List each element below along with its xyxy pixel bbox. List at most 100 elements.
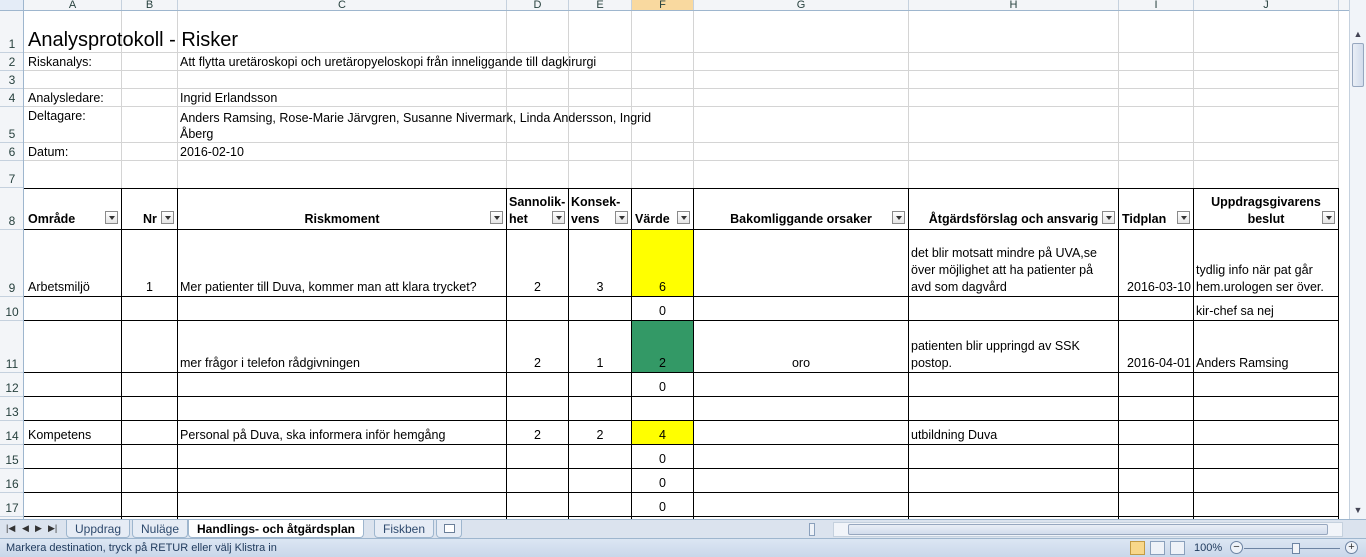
page-layout-view-icon[interactable] xyxy=(1150,541,1165,555)
r14-konsekvens[interactable]: 2 xyxy=(569,427,631,444)
filter-dropdown-icon[interactable] xyxy=(1102,211,1115,224)
row-header[interactable]: 1 xyxy=(0,11,23,53)
r9-konsekvens[interactable]: 3 xyxy=(569,279,631,296)
row-header[interactable]: 3 xyxy=(0,71,23,89)
row-header[interactable]: 6 xyxy=(0,143,23,161)
insert-sheet-icon[interactable] xyxy=(436,520,462,538)
r9-beslut-line1[interactable]: tydlig info när pat går xyxy=(1196,262,1313,279)
column-header-d[interactable]: D xyxy=(507,0,569,10)
header-varde[interactable]: Värde xyxy=(635,211,670,228)
zoom-level[interactable]: 100% xyxy=(1194,542,1222,554)
row-header[interactable]: 8 xyxy=(0,188,23,230)
header-beslut-line2[interactable]: beslut xyxy=(1194,211,1338,228)
r17-varde[interactable]: 0 xyxy=(632,499,693,516)
r15-varde[interactable]: 0 xyxy=(632,451,693,468)
r10-varde[interactable]: 0 xyxy=(632,303,693,320)
row-header[interactable]: 17 xyxy=(0,493,23,517)
sheet-tab-uppdrag[interactable]: Uppdrag xyxy=(66,520,131,538)
row-header[interactable]: 5 xyxy=(0,107,23,143)
r9-beslut-line2[interactable]: hem.urologen ser över. xyxy=(1196,279,1324,296)
r16-varde[interactable]: 0 xyxy=(632,475,693,492)
riskanalys-label[interactable]: Riskanalys: xyxy=(28,54,92,71)
filter-dropdown-icon[interactable] xyxy=(677,211,690,224)
r14-riskmoment[interactable]: Personal på Duva, ska informera inför he… xyxy=(180,427,445,444)
filter-dropdown-icon[interactable] xyxy=(161,211,174,224)
r9-atgard-line2[interactable]: över möjlighet att ha patienter på xyxy=(911,262,1093,279)
column-header-e[interactable]: E xyxy=(569,0,632,10)
r9-omrade[interactable]: Arbetsmiljö xyxy=(28,279,90,296)
r14-sannolikhet[interactable]: 2 xyxy=(507,427,568,444)
analysledare-label[interactable]: Analysledare: xyxy=(28,90,104,107)
next-sheet-icon[interactable]: ▶ xyxy=(35,523,42,534)
zoom-slider-knob[interactable] xyxy=(1292,543,1300,554)
sheet-tab-fiskben[interactable]: Fiskben xyxy=(374,520,435,538)
row-header[interactable]: 9 xyxy=(0,230,23,297)
row-header[interactable]: 11 xyxy=(0,321,23,373)
deltagare-value-line2[interactable]: Åberg xyxy=(180,126,213,143)
row-header[interactable]: 15 xyxy=(0,445,23,469)
r11-varde[interactable]: 2 xyxy=(632,355,693,372)
header-tidplan[interactable]: Tidplan xyxy=(1122,211,1166,228)
row-header[interactable]: 14 xyxy=(0,421,23,445)
filter-dropdown-icon[interactable] xyxy=(1322,211,1335,224)
vertical-scroll-thumb[interactable] xyxy=(1352,43,1364,87)
r11-riskmoment[interactable]: mer frågor i telefon rådgivningen xyxy=(180,355,360,372)
r11-atgard-line2[interactable]: postop. xyxy=(911,355,952,372)
filter-dropdown-icon[interactable] xyxy=(1177,211,1190,224)
header-beslut-line1[interactable]: Uppdragsgivarens xyxy=(1194,194,1338,211)
header-riskmoment[interactable]: Riskmoment xyxy=(178,211,506,228)
header-sannolikhet-line1[interactable]: Sannolik- xyxy=(509,194,565,211)
row-header[interactable]: 2 xyxy=(0,53,23,71)
normal-view-icon[interactable] xyxy=(1130,541,1145,555)
r12-varde[interactable]: 0 xyxy=(632,379,693,396)
row-header[interactable]: 4 xyxy=(0,89,23,107)
row-header[interactable]: 12 xyxy=(0,373,23,397)
horizontal-scrollbar[interactable] xyxy=(833,522,1343,537)
deltagare-value-line1[interactable]: Anders Ramsing, Rose-Marie Järvgren, Sus… xyxy=(180,110,651,127)
column-header-i[interactable]: I xyxy=(1119,0,1194,10)
datum-label[interactable]: Datum: xyxy=(28,144,68,161)
filter-dropdown-icon[interactable] xyxy=(552,211,565,224)
datum-value[interactable]: 2016-02-10 xyxy=(180,144,244,161)
r9-riskmoment[interactable]: Mer patienter till Duva, kommer man att … xyxy=(180,279,477,296)
column-header-h[interactable]: H xyxy=(909,0,1119,10)
analysledare-value[interactable]: Ingrid Erlandsson xyxy=(180,90,277,107)
zoom-in-icon[interactable]: + xyxy=(1345,541,1358,554)
last-sheet-icon[interactable]: ▶| xyxy=(48,523,57,534)
row-header[interactable]: 13 xyxy=(0,397,23,421)
r11-tidplan[interactable]: 2016-04-01 xyxy=(1119,355,1191,372)
zoom-out-icon[interactable]: − xyxy=(1230,541,1243,554)
worksheet-grid[interactable]: Analysprotokoll - Risker Riskanalys: Att… xyxy=(24,11,1339,519)
row-header[interactable]: 16 xyxy=(0,469,23,493)
header-orsaker[interactable]: Bakomliggande orsaker xyxy=(694,211,908,228)
r11-konsekvens[interactable]: 1 xyxy=(569,355,631,372)
column-header-f[interactable]: F xyxy=(632,0,694,10)
filter-dropdown-icon[interactable] xyxy=(892,211,905,224)
r9-atgard-line3[interactable]: avd som dagvård xyxy=(911,279,1007,296)
r11-orsaker[interactable]: oro xyxy=(694,355,908,372)
column-header-c[interactable]: C xyxy=(178,0,507,10)
filter-dropdown-icon[interactable] xyxy=(105,211,118,224)
r11-beslut[interactable]: Anders Ramsing xyxy=(1196,355,1288,372)
header-omrade[interactable]: Område xyxy=(28,211,75,228)
r14-atgard[interactable]: utbildning Duva xyxy=(911,427,997,444)
sheet-title[interactable]: Analysprotokoll - Risker xyxy=(28,28,238,52)
r9-sannolikhet[interactable]: 2 xyxy=(507,279,568,296)
r9-tidplan[interactable]: 2016-03-10 xyxy=(1119,279,1191,296)
header-atgard[interactable]: Åtgärdsförslag och ansvarig xyxy=(909,211,1118,228)
r10-beslut[interactable]: kir-chef sa nej xyxy=(1196,303,1274,320)
r14-omrade[interactable]: Kompetens xyxy=(28,427,91,444)
r14-varde[interactable]: 4 xyxy=(632,427,693,444)
filter-dropdown-icon[interactable] xyxy=(490,211,503,224)
r9-nr[interactable]: 1 xyxy=(122,279,177,296)
vertical-scrollbar[interactable]: ▲ ▼ xyxy=(1349,0,1366,519)
riskanalys-value[interactable]: Att flytta uretäroskopi och uretäropyelo… xyxy=(180,54,596,71)
page-break-view-icon[interactable] xyxy=(1170,541,1185,555)
column-header-j[interactable]: J xyxy=(1194,0,1339,10)
first-sheet-icon[interactable]: |◀ xyxy=(6,523,15,534)
tab-split-handle[interactable] xyxy=(809,523,815,536)
header-nr[interactable]: Nr xyxy=(143,211,157,228)
header-konsekvens-line2[interactable]: vens xyxy=(571,211,600,228)
header-konsekvens-line1[interactable]: Konsek- xyxy=(571,194,620,211)
r9-varde[interactable]: 6 xyxy=(632,279,693,296)
